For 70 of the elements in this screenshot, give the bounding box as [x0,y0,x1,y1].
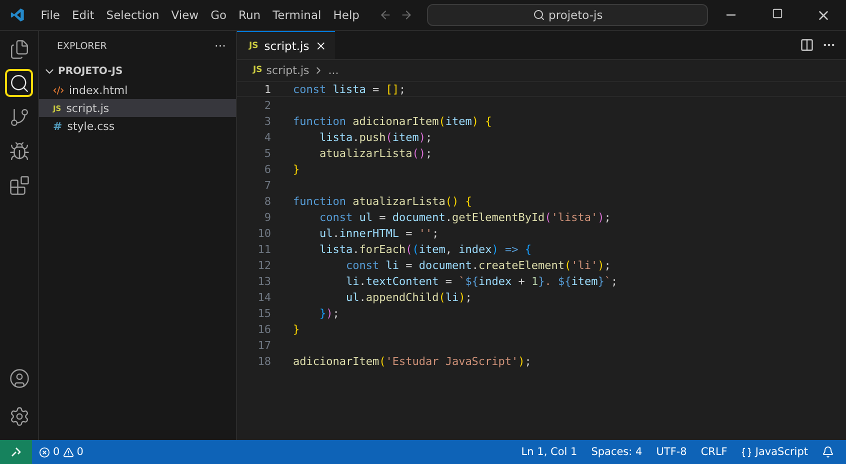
menu-item[interactable]: Run [232,8,267,22]
code-line: const lista = []; [293,82,406,96]
line-number: 9 [263,210,272,224]
line-number: 7 [263,178,272,192]
problems-button[interactable]: 0 0 [32,446,90,458]
line-number: 12 [256,258,272,272]
line-number: 16 [256,322,272,336]
back-icon[interactable] [379,8,392,22]
line-number: 13 [256,274,272,288]
menu-item[interactable]: Go [204,8,233,22]
forward-icon[interactable] [400,8,414,22]
code-line: lista.forEach((item, index) => { [318,242,532,256]
code-line: li.textContent = `${index + 1}. ${item}`; [344,274,618,288]
code-line: ul.innerHTML = ''; [318,226,439,240]
search-icon[interactable] [5,69,33,97]
line-number: 4 [263,130,272,144]
sidebar-title: EXPLORER [57,40,107,52]
menu-item[interactable]: Edit [66,8,100,22]
code-line: const li = document.createElement('li'); [344,258,611,272]
status-item[interactable]: Ln 1, Col 1 [514,446,584,458]
folder-header[interactable]: PROJETO-JS [39,61,236,81]
breadcrumb-item[interactable]: ... [328,64,339,76]
line-number: 6 [263,162,272,176]
code-line: function adicionarItem(item) { [293,114,492,128]
code-line: adicionarItem('Estudar JavaScript'); [293,354,532,368]
more-button[interactable]: ··· [214,39,226,53]
code-line: } [293,322,300,336]
status-item[interactable]: UTF-8 [649,446,694,458]
line-number: 3 [263,114,272,128]
menu-item[interactable]: File [34,8,66,22]
line-number: 15 [256,306,272,320]
split-editor-icon[interactable] [800,38,814,52]
code-line: atualizarLista(); [318,146,432,160]
line-number: 17 [256,338,272,352]
code-line: } [293,162,300,176]
line-number: 2 [263,98,272,112]
line-number: 8 [263,194,272,208]
code-line: lista.push(item); [318,130,432,144]
breadcrumb-item[interactable]: script.js [266,64,310,76]
language-button[interactable]: JavaScript [734,446,815,458]
editor-tab[interactable]: JS script.js [237,31,335,59]
braces-icon [741,446,752,458]
explorer-entry[interactable]: index.html [39,81,236,99]
line-number: 18 [256,354,272,368]
line-number: 11 [256,242,272,256]
code-icon [53,84,64,96]
search-icon [532,9,545,21]
code-line: ul.appendChild(li); [344,290,472,304]
menu-item[interactable]: Terminal [266,8,328,22]
line-number: 10 [256,226,272,240]
js-icon: JS [253,65,262,75]
logo-icon [10,7,25,23]
error-icon [39,446,50,458]
remote-icon [10,446,22,458]
menu-item[interactable]: View [165,8,205,22]
explorer-entry[interactable]: # style.css [39,117,236,135]
warning-icon [62,446,74,458]
maximize-icon[interactable] [772,8,782,18]
status-item[interactable]: CRLF [694,446,734,458]
line-number: 14 [256,290,272,304]
menu-item[interactable]: Help [327,8,366,22]
file-type-icon: # [53,120,62,132]
command-center[interactable]: projeto-js [427,4,708,26]
line-number: 1 [263,82,272,96]
menu-item[interactable]: Selection [100,8,166,22]
code-line: }); [318,306,340,320]
code-line: function atualizarLista() { [293,194,472,208]
status-item[interactable]: Spaces: 4 [584,446,650,458]
code-line: const ul = document.getElementById('lista'); [318,210,611,224]
line-number: 5 [263,146,272,160]
